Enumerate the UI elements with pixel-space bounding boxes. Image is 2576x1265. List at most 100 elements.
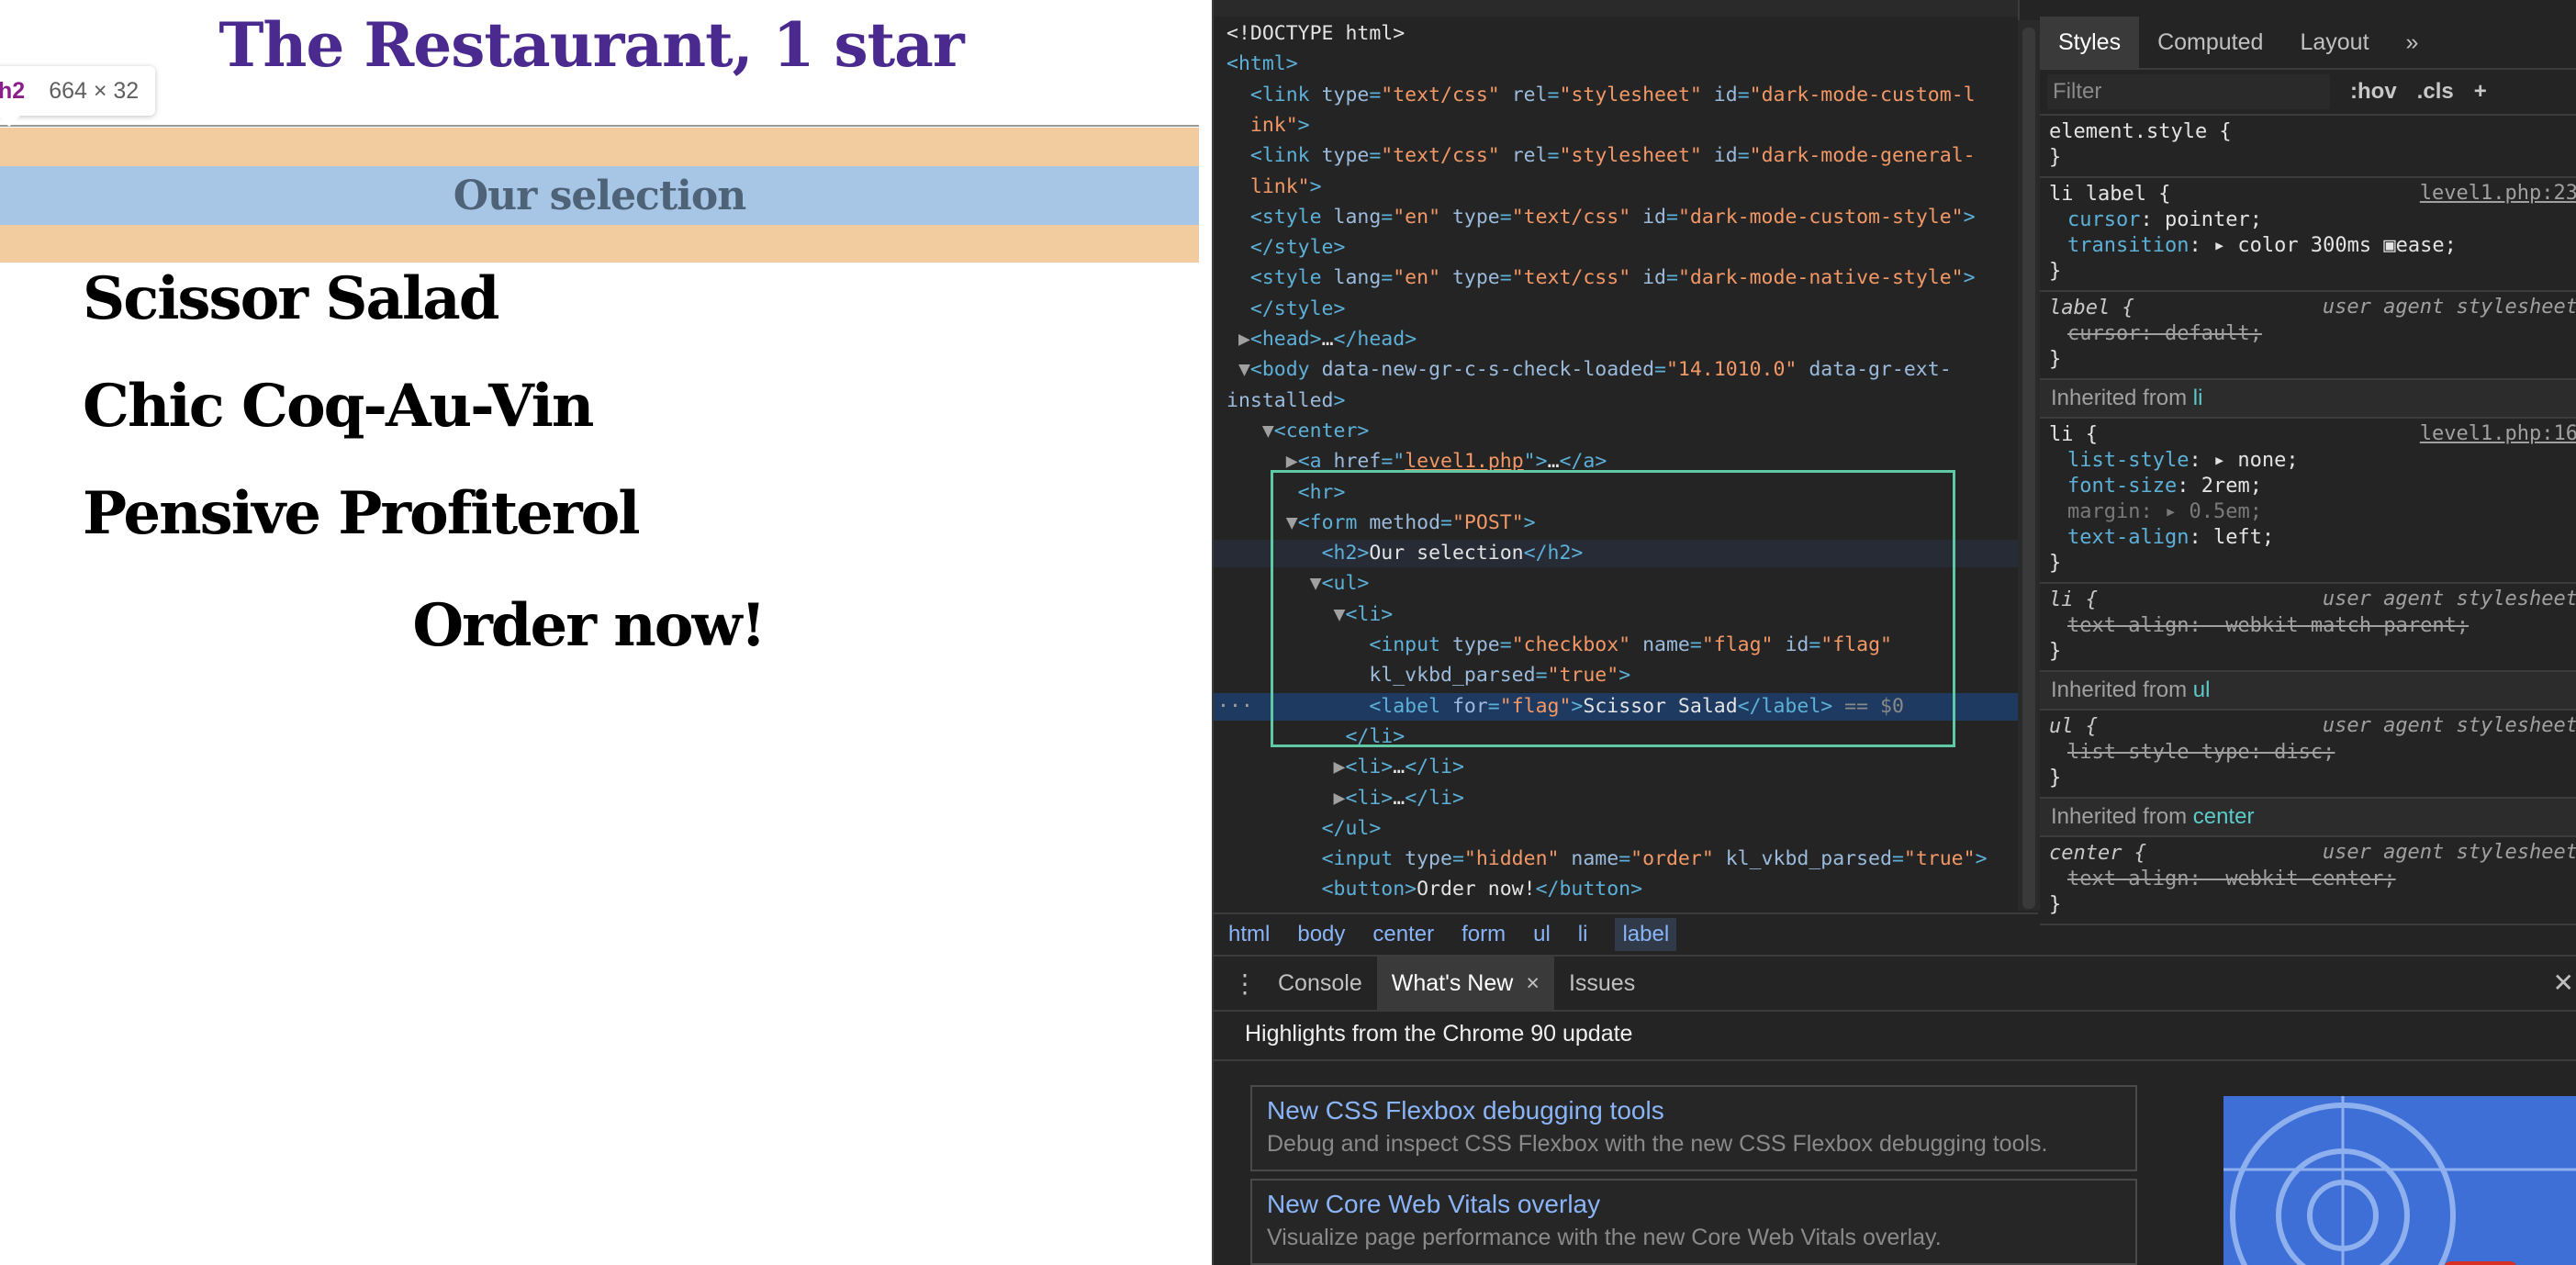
rule-close: } (2049, 348, 2062, 371)
dom-node[interactable]: <html> (1214, 50, 2018, 78)
dom-node[interactable]: ▶<li>…</li> (1214, 754, 2018, 781)
styles-filter-row: :hov .cls + (2040, 70, 2576, 116)
dom-node[interactable]: </style> (1214, 296, 2018, 323)
whats-new-card[interactable]: New CSS Flexbox debugging tools Debug an… (1250, 1085, 2137, 1171)
rule-source[interactable]: level1.php:23 (2420, 182, 2576, 205)
page-viewport: The Restaurant, 1 star Our selection h2 … (0, 0, 1212, 1265)
order-button[interactable]: Order now! (0, 591, 1177, 660)
dom-node-selected[interactable]: <label for="flag">Scissor Salad</label> … (1214, 692, 2018, 721)
dom-node[interactable]: ▶<head>…</head> (1214, 326, 2018, 353)
tooltip-tag: h2 (0, 77, 26, 104)
dom-node[interactable]: </ul> (1214, 815, 2018, 843)
tab-computed[interactable]: Computed (2139, 17, 2281, 68)
dom-node[interactable]: ▶<li>…</li> (1214, 785, 2018, 812)
dom-node[interactable]: <input type="checkbox" name="flag" id="f… (1214, 632, 2018, 659)
inherited-header: Inherited from li (2040, 380, 2576, 419)
dom-node[interactable]: <link type="text/css" rel="stylesheet" i… (1214, 142, 2018, 170)
css-property[interactable]: transition: ▸ color 300ms ▣ease; (2049, 233, 2569, 259)
dom-tree-scrollbar[interactable] (2018, 20, 2040, 911)
tab-styles[interactable]: Styles (2040, 17, 2140, 68)
dom-node[interactable]: ▼<ul> (1214, 570, 2018, 598)
dom-node[interactable]: <link type="text/css" rel="stylesheet" i… (1214, 82, 2018, 109)
dom-node[interactable]: <style lang="en" type="text/css" id="dar… (1214, 264, 2018, 292)
dom-node[interactable]: ink"> (1214, 112, 2018, 140)
close-tab-icon[interactable]: × (1526, 970, 1540, 996)
inherited-source[interactable]: center (2193, 804, 2255, 829)
dom-node[interactable]: </li> (1214, 723, 2018, 751)
menu-item-label[interactable]: Pensive Profiterol (83, 479, 641, 548)
css-property[interactable]: cursor: default; (2049, 321, 2569, 347)
breadcrumb-item-body[interactable]: body (1297, 922, 1345, 947)
dom-node[interactable]: <hr> (1214, 479, 2018, 507)
breadcrumb-item-center[interactable]: center (1372, 922, 1434, 947)
dom-node[interactable]: link"> (1214, 174, 2018, 201)
drawer-tab-console[interactable]: Console (1263, 957, 1377, 1010)
css-property[interactable]: font-size: 2rem; (2049, 474, 2569, 499)
dom-node[interactable]: installed> (1214, 387, 2018, 415)
hov-toggle[interactable]: :hov (2350, 79, 2397, 105)
rule-selector[interactable]: element.style { (2049, 119, 2569, 145)
style-rule: li label {level1.php:23 cursor: pointer; t… (2040, 178, 2576, 292)
css-property[interactable]: list-style-type: disc; (2049, 740, 2569, 766)
dom-node[interactable]: <input type="hidden" name="order" kl_vkb… (1214, 845, 2018, 873)
rule-source: user agent stylesheet (2322, 588, 2576, 610)
menu-item-label[interactable]: Scissor Salad (83, 264, 499, 333)
rule-close: } (2049, 640, 2062, 663)
close-drawer-icon[interactable]: ✕ (2553, 968, 2574, 998)
section-heading: Our selection (453, 172, 746, 219)
card-description: Visualize page performance with the new … (1267, 1225, 1942, 1250)
divider (1214, 1059, 2576, 1061)
style-rule: center {user agent stylesheet text-align:… (2040, 837, 2576, 925)
dom-node[interactable]: ▼<li> (1214, 601, 2018, 629)
css-property[interactable]: list-style: ▸ none; (2049, 448, 2569, 474)
scrollbar-thumb[interactable] (2022, 28, 2035, 909)
styles-filter-input[interactable] (2047, 74, 2330, 109)
dom-node[interactable]: ▼<center> (1214, 418, 2018, 445)
whats-new-card[interactable]: New Core Web Vitals overlay Visualize pa… (1250, 1179, 2137, 1265)
breadcrumb-item-label[interactable]: label (1615, 918, 1677, 951)
dom-node[interactable]: </style> (1214, 234, 2018, 262)
drawer-tab-what-s-new[interactable]: What's New × (1376, 957, 1554, 1010)
page-title[interactable]: The Restaurant, 1 star (0, 9, 1182, 81)
dom-node[interactable]: </form> (1214, 907, 2018, 911)
css-property[interactable]: margin: ▸ 0.5em; (2049, 499, 2569, 525)
node-actions-icon[interactable]: ··· (1217, 693, 1253, 721)
css-property[interactable]: text-align: -webkit-match-parent; (2049, 613, 2569, 639)
dom-node[interactable]: <!DOCTYPE html> (1214, 20, 2018, 48)
breadcrumb-item-li[interactable]: li (1578, 922, 1588, 947)
more-tabs-icon[interactable]: » (2388, 17, 2437, 68)
breadcrumb-item-form[interactable]: form (1462, 922, 1506, 947)
drawer-menu-icon[interactable]: ⋮ (1226, 968, 1263, 999)
tooltip-arrow (0, 116, 20, 127)
dom-node[interactable]: ▼<body data-new-gr-c-s-check-loaded="14.… (1214, 356, 2018, 384)
new-rule-button[interactable]: + (2474, 79, 2487, 105)
dom-node[interactable]: ▶<a href="level1.php">…</a> (1214, 448, 2018, 476)
inherited-source[interactable]: ul (2193, 677, 2211, 702)
inherited-source[interactable]: li (2193, 386, 2203, 410)
rule-source[interactable]: level1.php:16 (2420, 422, 2576, 445)
css-property[interactable]: cursor: pointer; (2049, 207, 2569, 233)
inherited-header: Inherited from ul (2040, 672, 2576, 711)
dom-node[interactable]: ▼<form method="POST"> (1214, 509, 2018, 537)
rule-close: } (2049, 552, 2062, 575)
menu-item-label[interactable]: Chic Coq-Au-Vin (83, 372, 594, 441)
cls-toggle[interactable]: .cls (2417, 79, 2454, 105)
card-title[interactable]: New Core Web Vitals overlay (1267, 1190, 2121, 1219)
drawer-tab-issues[interactable]: Issues (1554, 957, 1650, 1010)
dom-tree: <!DOCTYPE html> <html> <link type="text/c… (1214, 20, 2018, 911)
dom-node[interactable]: kl_vkbd_parsed="true"> (1214, 662, 2018, 689)
breadcrumb-item-html[interactable]: html (1228, 922, 1270, 947)
tab-layout[interactable]: Layout (2281, 17, 2387, 68)
breadcrumb-item-ul[interactable]: ul (1533, 922, 1551, 947)
dom-node[interactable]: <h2>Our selection</h2> (1214, 540, 2018, 568)
css-property[interactable]: text-align: left; (2049, 525, 2569, 551)
rule-close: } (2049, 146, 2062, 169)
devtools-panel: <!DOCTYPE html> <html> <link type="text/c… (1212, 0, 2576, 1265)
css-property[interactable]: text-align: -webkit-center; (2049, 867, 2569, 892)
dom-node[interactable]: <button>Order now!</button> (1214, 876, 2018, 903)
rule-close: } (2049, 767, 2062, 789)
rule-source: user agent stylesheet (2322, 296, 2576, 319)
dom-node[interactable]: <style lang="en" type="text/css" id="dar… (1214, 204, 2018, 231)
card-title[interactable]: New CSS Flexbox debugging tools (1267, 1096, 2121, 1125)
inspect-tooltip: h2 664 × 32 (0, 66, 156, 127)
